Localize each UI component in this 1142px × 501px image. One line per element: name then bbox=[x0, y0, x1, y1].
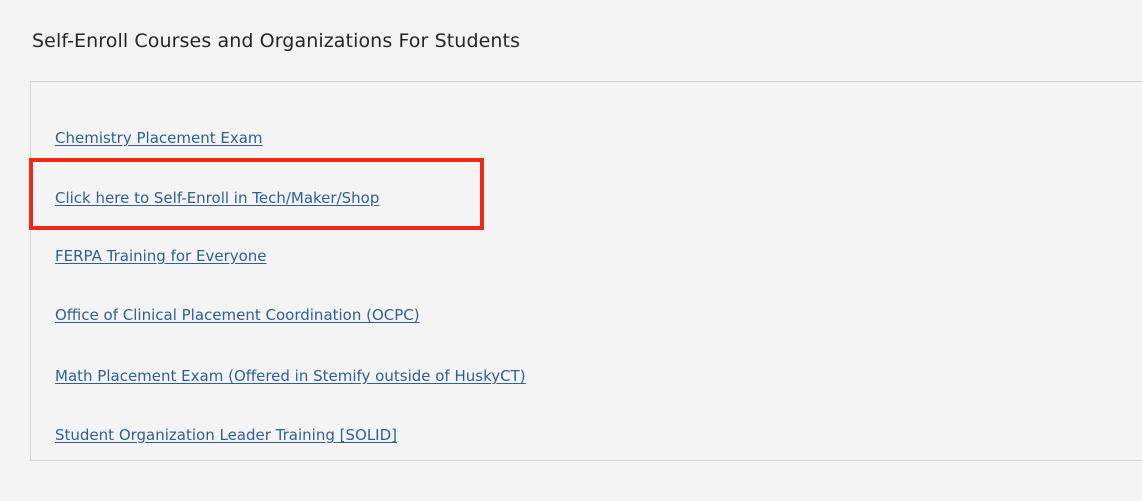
list-item: Chemistry Placement Exam bbox=[55, 127, 263, 149]
chemistry-placement-exam-link[interactable]: Chemistry Placement Exam bbox=[55, 129, 263, 147]
student-organization-leader-training-link[interactable]: Student Organization Leader Training [SO… bbox=[55, 426, 397, 444]
list-item: Math Placement Exam (Offered in Stemify … bbox=[55, 365, 526, 387]
math-placement-exam-link[interactable]: Math Placement Exam (Offered in Stemify … bbox=[55, 367, 526, 385]
list-item: Office of Clinical Placement Coordinatio… bbox=[55, 304, 420, 326]
clinical-placement-coordination-link[interactable]: Office of Clinical Placement Coordinatio… bbox=[55, 306, 420, 324]
module-title: Self-Enroll Courses and Organizations Fo… bbox=[32, 30, 521, 52]
self-enroll-tech-maker-shop-link[interactable]: Click here to Self-Enroll in Tech/Maker/… bbox=[55, 189, 379, 207]
ferpa-training-link[interactable]: FERPA Training for Everyone bbox=[55, 247, 267, 265]
list-item: Click here to Self-Enroll in Tech/Maker/… bbox=[55, 187, 379, 209]
list-item: Student Organization Leader Training [SO… bbox=[55, 424, 397, 446]
module-box: Chemistry Placement Exam Click here to S… bbox=[30, 81, 1142, 461]
list-item: FERPA Training for Everyone bbox=[55, 245, 267, 267]
